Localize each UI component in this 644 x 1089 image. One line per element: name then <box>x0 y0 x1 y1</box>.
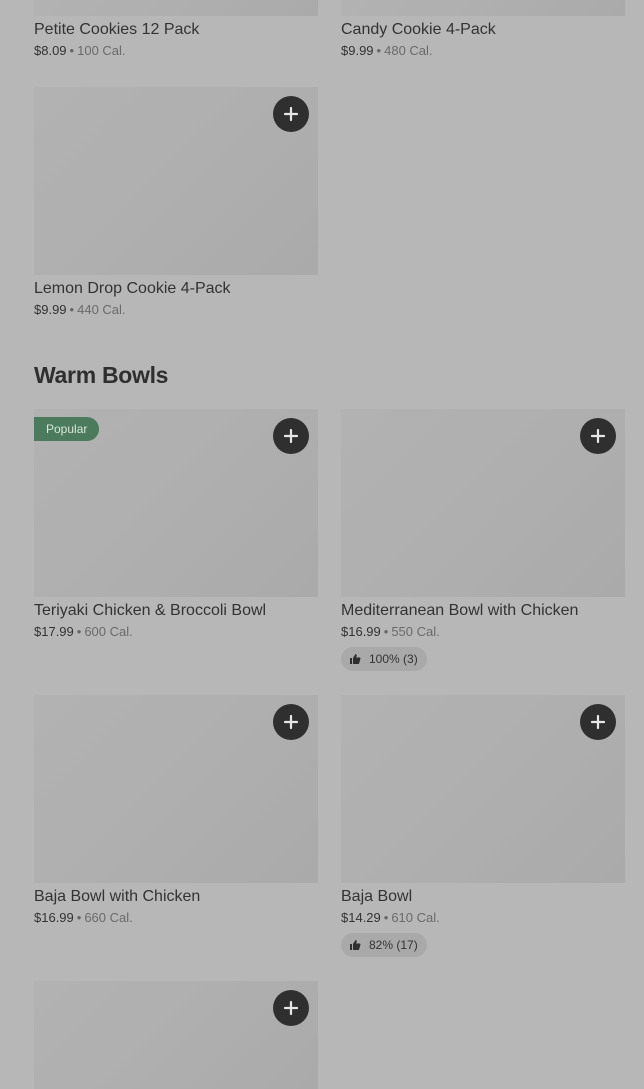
item-image[interactable] <box>34 87 318 275</box>
separator-dot: • <box>76 624 82 639</box>
menu-item-card[interactable]: Baja Bowl with Chicken $16.99 • 660 Cal. <box>34 695 318 926</box>
plus-icon <box>284 1001 298 1015</box>
item-meta: $8.09 • 100 Cal. <box>34 43 318 59</box>
item-meta: $9.99 • 480 Cal. <box>341 43 625 59</box>
rating-text: 82% (17) <box>369 938 418 952</box>
popular-badge: Popular <box>34 417 100 441</box>
plus-icon <box>284 429 298 443</box>
thumbs-up-icon <box>350 654 361 664</box>
item-price: $9.99 <box>341 43 374 58</box>
separator-dot: • <box>383 624 389 639</box>
menu-item-card[interactable]: Lemon Drop Cookie 4-Pack $9.99 • 440 Cal. <box>34 87 318 318</box>
item-price: $16.99 <box>34 910 74 925</box>
separator-dot: • <box>69 43 75 58</box>
plus-icon <box>591 715 605 729</box>
section-title-warm-bowls: Warm Bowls <box>34 362 169 388</box>
item-calories: 100 Cal. <box>77 43 126 58</box>
item-image[interactable] <box>34 981 318 1089</box>
item-image[interactable] <box>341 409 625 597</box>
item-calories: 660 Cal. <box>84 910 133 925</box>
item-price: $14.29 <box>341 910 381 925</box>
item-name: Teriyaki Chicken & Broccoli Bowl <box>34 602 267 619</box>
menu-item-card[interactable] <box>34 981 318 1089</box>
add-to-cart-button[interactable] <box>580 418 616 454</box>
add-to-cart-button[interactable] <box>273 96 309 132</box>
item-price: $8.09 <box>34 43 67 58</box>
add-to-cart-button[interactable] <box>273 418 309 454</box>
thumbs-up-icon <box>350 940 361 950</box>
item-calories: 610 Cal. <box>391 910 440 925</box>
item-price: $17.99 <box>34 624 74 639</box>
item-meta: $14.29 • 610 Cal. <box>341 910 625 926</box>
item-calories: 600 Cal. <box>84 624 133 639</box>
rating-badge: 82% (17) <box>341 933 427 957</box>
separator-dot: • <box>383 910 389 925</box>
item-calories: 480 Cal. <box>384 43 433 58</box>
item-name: Petite Cookies 12 Pack <box>34 21 200 38</box>
item-name: Baja Bowl <box>341 888 413 905</box>
menu-item-card[interactable]: Candy Cookie 4-Pack $9.99 • 480 Cal. <box>341 0 625 59</box>
item-calories: 440 Cal. <box>77 302 126 317</box>
item-meta: $16.99 • 550 Cal. <box>341 624 625 640</box>
rating-badge: 100% (3) <box>341 647 427 671</box>
item-name: Baja Bowl with Chicken <box>34 888 201 905</box>
item-name: Mediterranean Bowl with Chicken <box>341 602 579 619</box>
item-price: $16.99 <box>341 624 381 639</box>
item-name: Lemon Drop Cookie 4-Pack <box>34 280 231 297</box>
item-meta: $9.99 • 440 Cal. <box>34 302 318 318</box>
item-image[interactable] <box>34 695 318 883</box>
item-image[interactable]: Popular <box>34 409 318 597</box>
add-to-cart-button[interactable] <box>273 704 309 740</box>
add-to-cart-button[interactable] <box>580 704 616 740</box>
item-image[interactable] <box>341 0 625 16</box>
item-name: Candy Cookie 4-Pack <box>341 21 496 38</box>
item-meta: $16.99 • 660 Cal. <box>34 910 318 926</box>
menu-item-card[interactable]: Popular Teriyaki Chicken & Broccoli Bowl… <box>34 409 318 640</box>
menu-item-card[interactable]: Baja Bowl $14.29 • 610 Cal. 82% (17) <box>341 695 625 957</box>
separator-dot: • <box>76 910 82 925</box>
item-price: $9.99 <box>34 302 67 317</box>
item-image[interactable] <box>341 695 625 883</box>
plus-icon <box>591 429 605 443</box>
plus-icon <box>284 107 298 121</box>
menu-item-card[interactable]: Mediterranean Bowl with Chicken $16.99 • 5… <box>341 409 625 671</box>
add-to-cart-button[interactable] <box>273 990 309 1026</box>
plus-icon <box>284 715 298 729</box>
rating-text: 100% (3) <box>369 652 418 666</box>
item-calories: 550 Cal. <box>391 624 440 639</box>
separator-dot: • <box>69 302 75 317</box>
separator-dot: • <box>376 43 382 58</box>
item-meta: $17.99 • 600 Cal. <box>34 624 318 640</box>
menu-item-card[interactable]: Petite Cookies 12 Pack $8.09 • 100 Cal. <box>34 0 318 59</box>
item-image[interactable] <box>34 0 318 16</box>
